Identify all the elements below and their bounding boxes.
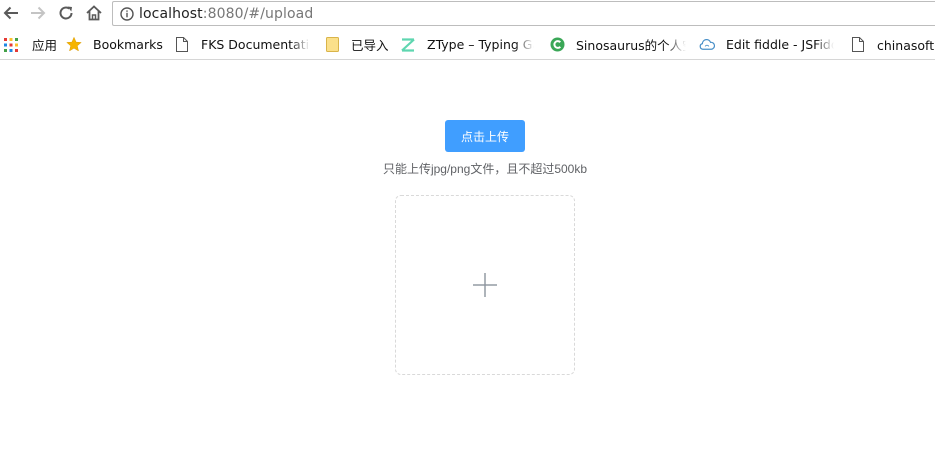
forward-button[interactable]: [27, 2, 49, 24]
folder-icon: [324, 37, 340, 53]
page-icon: [850, 37, 866, 53]
bookmark-folder-imported[interactable]: 已导入: [324, 29, 392, 60]
bookmark-fks-documentation[interactable]: FKS Documentation: [174, 29, 314, 60]
bookmark-label: Edit fiddle - JSFiddle: [726, 37, 834, 52]
bookmark-label: 应用: [32, 38, 58, 53]
back-button[interactable]: [0, 2, 22, 24]
home-button[interactable]: [83, 2, 105, 24]
bookmark-sinosaurus[interactable]: Sinosaurus的个人空间: [549, 29, 689, 60]
info-icon[interactable]: [120, 6, 134, 21]
url-host: localhost: [139, 5, 203, 22]
ztype-icon: [400, 37, 416, 53]
reload-button[interactable]: [55, 2, 77, 24]
bookmark-apps[interactable]: 应用: [3, 29, 63, 60]
bookmark-label: 已导入: [351, 38, 389, 53]
address-bar[interactable]: localhost:8080/#/upload: [112, 1, 935, 26]
home-icon: [86, 5, 102, 21]
bookmark-ztype[interactable]: ZType – Typing Game: [400, 29, 538, 60]
bookmark-bookmarks[interactable]: Bookmarks: [66, 29, 166, 60]
reload-icon: [59, 6, 73, 20]
sinosaurus-icon: [549, 37, 565, 53]
bookmark-label: chinasoft内: [877, 38, 935, 53]
plus-icon: [473, 273, 497, 297]
bookmark-label: Sinosaurus的个人空间: [576, 38, 686, 53]
bookmark-label: FKS Documentation: [201, 37, 310, 52]
browser-toolbar: localhost:8080/#/upload: [0, 0, 935, 28]
upload-dropzone[interactable]: [395, 195, 575, 375]
bookmark-label: ZType – Typing Game: [427, 37, 534, 52]
cloud-icon: [699, 37, 715, 53]
apps-grid-icon: [3, 37, 19, 53]
page-content: 点击上传 只能上传jpg/png文件，且不超过500kb: [0, 61, 935, 473]
arrow-right-icon: [31, 6, 46, 20]
upload-button[interactable]: 点击上传: [445, 120, 525, 152]
bookmarks-bar: 应用 Bookmarks FKS Documentation 已导入 ZType…: [0, 29, 935, 60]
url-text[interactable]: localhost:8080/#/upload: [139, 6, 313, 22]
arrow-left-icon: [3, 6, 18, 20]
bookmark-label: Bookmarks: [93, 37, 163, 52]
bookmark-chinasoft[interactable]: chinasoft内: [850, 29, 935, 60]
upload-tip: 只能上传jpg/png文件，且不超过500kb: [382, 162, 588, 176]
page-icon: [174, 37, 190, 53]
url-path: :8080/#/upload: [202, 5, 314, 22]
star-icon: [66, 36, 82, 53]
bookmark-jsfiddle[interactable]: Edit fiddle - JSFiddle: [699, 29, 839, 60]
